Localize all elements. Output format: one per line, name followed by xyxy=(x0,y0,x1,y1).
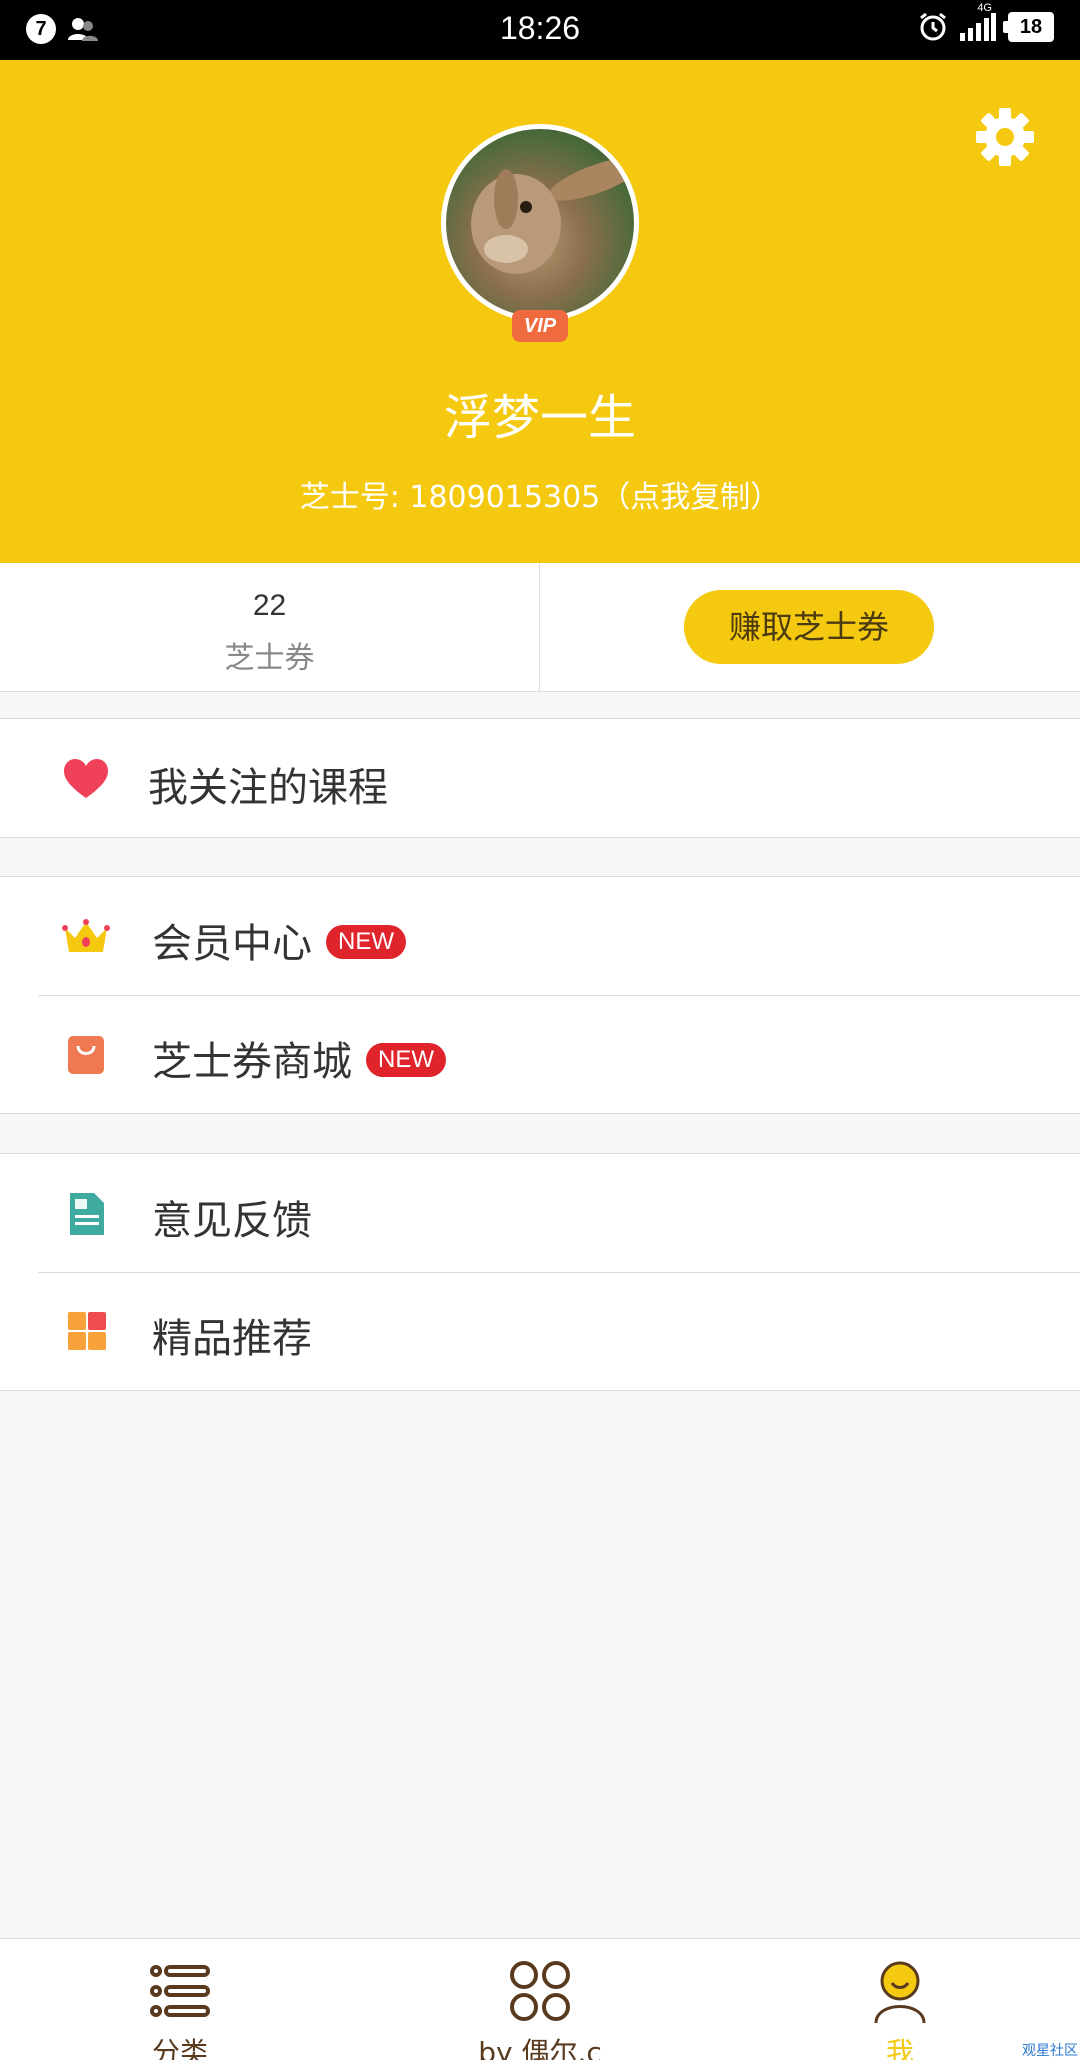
menu-item-member-center[interactable]: 会员中心 NEW xyxy=(0,877,1080,995)
status-right-icons: 18 xyxy=(918,12,1054,42)
menu-item-recommend[interactable]: 精品推荐 xyxy=(0,1272,1080,1390)
crown-icon xyxy=(62,919,110,952)
tab-label: 分类 xyxy=(151,2036,208,2060)
menu-group-member: 会员中心 NEW 芝士券商城 NEW xyxy=(0,876,1080,1114)
menu-group-other: 意见反馈 精品推荐 xyxy=(0,1153,1080,1391)
menu-item-feedback[interactable]: 意见反馈 xyxy=(0,1154,1080,1272)
new-badge: NEW xyxy=(326,925,406,959)
username: 浮梦一生 xyxy=(443,390,636,446)
status-bar: 7 18:26 4G 18 xyxy=(0,0,1080,60)
new-badge: NEW xyxy=(366,1043,446,1077)
coupon-label[interactable]: 芝士券 xyxy=(0,633,539,677)
menu-label: 我关注的课程 xyxy=(148,765,388,811)
profile-header: VIP 浮梦一生 芝士号: 1809015305（点我复制） xyxy=(0,60,1080,563)
document-icon xyxy=(70,1193,104,1235)
vip-badge: VIP xyxy=(512,310,568,342)
bottom-nav: 分类 by 偶尔.c 我 观星社区 xyxy=(0,1938,1080,2060)
heart-icon xyxy=(64,759,108,798)
avatar[interactable]: VIP xyxy=(441,124,639,342)
coupon-count[interactable]: 22 xyxy=(0,589,539,623)
menu-label: 意见反馈 xyxy=(152,1198,312,1244)
person-icon xyxy=(874,1961,926,2023)
rabbit-avatar-icon xyxy=(471,157,634,274)
menu-item-followed-courses[interactable]: 我关注的课程 xyxy=(0,719,1080,837)
alarm-icon xyxy=(920,12,946,41)
watermark: 观星社区 xyxy=(1022,2043,1078,2059)
tab-home[interactable]: by 偶尔.c xyxy=(360,1939,720,2060)
battery-icon: 18 xyxy=(1003,12,1054,42)
user-id-copy[interactable]: 芝士号: 1809015305（点我复制） xyxy=(0,472,1080,516)
tab-label: by 偶尔.c xyxy=(478,2036,602,2060)
menu-label: 精品推荐 xyxy=(152,1316,312,1362)
menu-label: 芝士券商城 NEW xyxy=(152,1029,446,1087)
menu-label: 会员中心 NEW xyxy=(152,911,406,969)
earn-coupon-button[interactable]: 赚取芝士券 xyxy=(684,590,934,664)
tab-category[interactable]: 分类 xyxy=(0,1939,360,2060)
member-center-label: 会员中心 xyxy=(152,921,312,967)
avatar-image xyxy=(441,124,639,322)
coupon-stats-row: 22 芝士券 赚取芝士券 xyxy=(0,563,1080,692)
menu-group-follow: 我关注的课程 xyxy=(0,718,1080,838)
signal-icon xyxy=(960,13,996,41)
stats-divider xyxy=(539,563,540,692)
settings-gear-icon[interactable] xyxy=(976,108,1034,166)
coupon-mall-label: 芝士券商城 xyxy=(152,1039,352,1085)
apps-grid-icon xyxy=(68,1312,106,1350)
list-icon xyxy=(150,1965,210,2017)
menu-item-coupon-mall[interactable]: 芝士券商城 NEW xyxy=(0,995,1080,1113)
shopping-bag-icon xyxy=(68,1036,104,1074)
grid-circles-icon xyxy=(510,1961,570,2021)
